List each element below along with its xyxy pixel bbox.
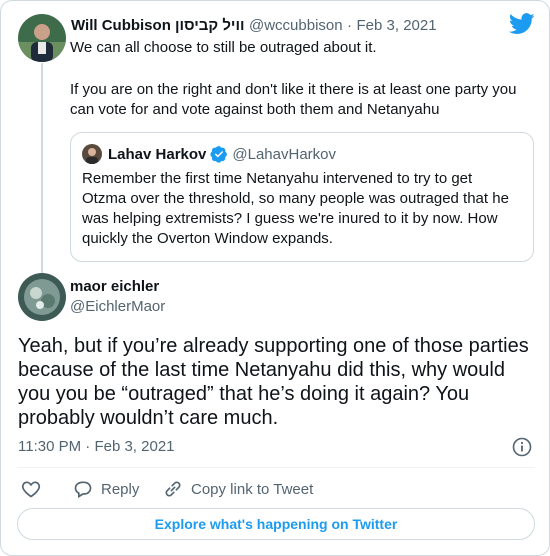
reply-icon bbox=[74, 481, 92, 498]
main-text-line: because of the last time Netanyahu did t… bbox=[18, 359, 505, 381]
like-button[interactable] bbox=[21, 478, 41, 500]
main-avatar[interactable] bbox=[18, 273, 66, 321]
quoted-display-name: Lahav Harkov bbox=[108, 145, 207, 163]
tweet-embed-card: Will Cubbison וויל קביסון @wccubbison · … bbox=[0, 0, 550, 556]
copy-link-label: Copy link to Tweet bbox=[191, 480, 314, 498]
main-text-line: Yeah, but if you’re already supporting o… bbox=[18, 335, 529, 357]
copy-link-button[interactable]: Copy link to Tweet bbox=[163, 478, 313, 500]
heart-icon bbox=[21, 481, 41, 498]
main-handle[interactable]: @EichlerMaor bbox=[70, 298, 165, 315]
reply-button[interactable]: Reply bbox=[73, 478, 139, 500]
info-icon[interactable] bbox=[512, 437, 532, 457]
main-display-name[interactable]: maor eichler bbox=[70, 278, 159, 295]
parent-separator: · bbox=[347, 17, 353, 34]
parent-date[interactable]: Feb 3, 2021 bbox=[357, 17, 437, 34]
parent-text-line-3: can vote for and vote against both them … bbox=[70, 101, 440, 118]
parent-text-line-2: If you are on the right and don't like i… bbox=[70, 81, 517, 98]
parent-display-name[interactable]: Will Cubbison וויל קביסון bbox=[71, 17, 245, 34]
main-text-line: you you be “outraged” that he’s doing it… bbox=[18, 383, 470, 405]
main-time: 11:30 PM bbox=[18, 438, 82, 455]
link-icon bbox=[165, 481, 181, 497]
main-timestamp[interactable]: 11:30 PM · Feb 3, 2021 bbox=[18, 438, 175, 455]
reply-label: Reply bbox=[101, 480, 140, 498]
parent-avatar[interactable] bbox=[18, 14, 66, 62]
explore-twitter-button[interactable]: Explore what's happening on Twitter bbox=[17, 508, 535, 540]
quoted-text-line: Remember the first time Netanyahu interv… bbox=[82, 170, 473, 187]
parent-header: Will Cubbison וויל קביסון @wccubbison · … bbox=[71, 17, 437, 35]
thread-connector-line bbox=[41, 63, 43, 273]
quoted-tweet[interactable]: Lahav Harkov @LahavHarkov Remember the f… bbox=[70, 132, 534, 262]
main-text-line: probably wouldn’t care much. bbox=[18, 407, 279, 429]
explore-label: Explore what's happening on Twitter bbox=[154, 516, 398, 532]
quoted-header: Lahav Harkov @LahavHarkov bbox=[108, 145, 336, 163]
main-separator: · bbox=[85, 438, 91, 455]
parent-handle[interactable]: @wccubbison bbox=[249, 17, 343, 34]
twitter-bird-icon[interactable] bbox=[509, 13, 535, 35]
verified-badge-icon bbox=[210, 146, 228, 163]
quoted-avatar bbox=[82, 144, 102, 164]
quoted-handle: @LahavHarkov bbox=[232, 145, 336, 163]
parent-text-paragraph-1: We can all choose to still be outraged a… bbox=[70, 39, 377, 56]
quoted-text-line: was helping extremists? I guess we're in… bbox=[82, 210, 498, 227]
quoted-text-line: Otzma over the threshold, so many people… bbox=[82, 190, 509, 207]
main-date: Feb 3, 2021 bbox=[94, 438, 175, 455]
quoted-text-line: quickly the Overton Window expands. bbox=[82, 230, 333, 247]
divider bbox=[17, 467, 535, 468]
